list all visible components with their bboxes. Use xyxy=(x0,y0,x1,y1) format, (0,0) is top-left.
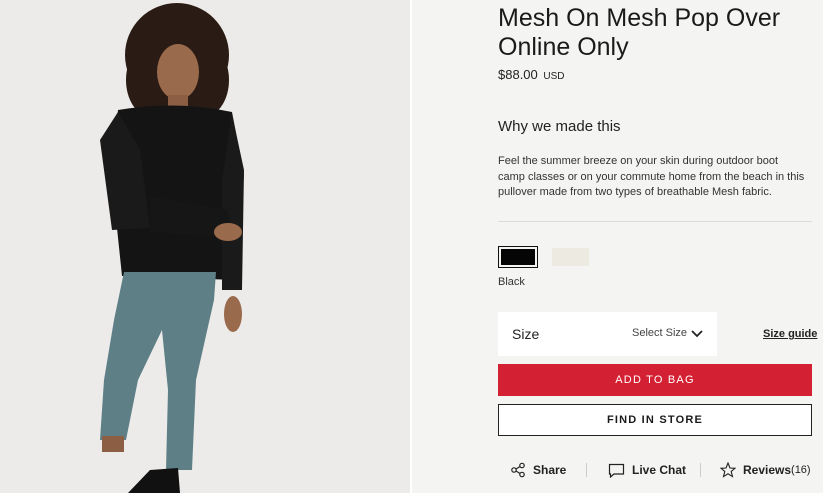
live-chat-button[interactable]: Live Chat xyxy=(608,458,686,482)
action-bar: Share Live Chat Reviews (16) xyxy=(498,458,818,482)
share-label: Share xyxy=(533,463,567,477)
why-heading: Why we made this xyxy=(498,118,621,135)
chevron-down-icon xyxy=(691,330,703,338)
color-swatch-white[interactable] xyxy=(552,248,589,266)
product-details-panel: Mesh On Mesh Pop Over Online Only $88.00… xyxy=(412,0,823,493)
reviews-button[interactable]: Reviews (16) xyxy=(720,458,811,482)
product-title: Mesh On Mesh Pop Over Online Only xyxy=(498,4,781,61)
swatch-fill xyxy=(501,249,535,265)
color-swatch-black[interactable] xyxy=(498,246,538,268)
action-separator xyxy=(586,463,587,477)
size-select-value: Select Size xyxy=(632,327,688,339)
selected-color-name: Black xyxy=(498,276,525,288)
action-separator xyxy=(700,463,701,477)
reviews-label: Reviews xyxy=(743,463,792,477)
find-in-store-button[interactable]: FIND IN STORE xyxy=(498,404,812,436)
price-amount: $88.00 xyxy=(498,67,538,82)
chat-bubble-icon xyxy=(608,463,625,478)
reviews-count: (16) xyxy=(791,464,811,476)
size-label: Size xyxy=(512,326,540,342)
share-icon xyxy=(511,462,525,478)
star-icon xyxy=(720,462,736,478)
section-divider xyxy=(498,221,812,222)
live-chat-label: Live Chat xyxy=(632,463,687,477)
share-button[interactable]: Share xyxy=(510,458,566,482)
size-guide-link[interactable]: Size guide xyxy=(763,328,817,340)
product-image[interactable] xyxy=(0,0,410,493)
product-description: Feel the summer breeze on your skin duri… xyxy=(498,155,805,198)
product-price: $88.00 USD xyxy=(498,67,565,82)
price-currency: USD xyxy=(543,71,565,82)
model-illustration xyxy=(100,3,244,493)
size-selector[interactable]: Size Select Size xyxy=(498,312,717,356)
add-to-bag-button[interactable]: ADD TO BAG xyxy=(498,364,812,396)
